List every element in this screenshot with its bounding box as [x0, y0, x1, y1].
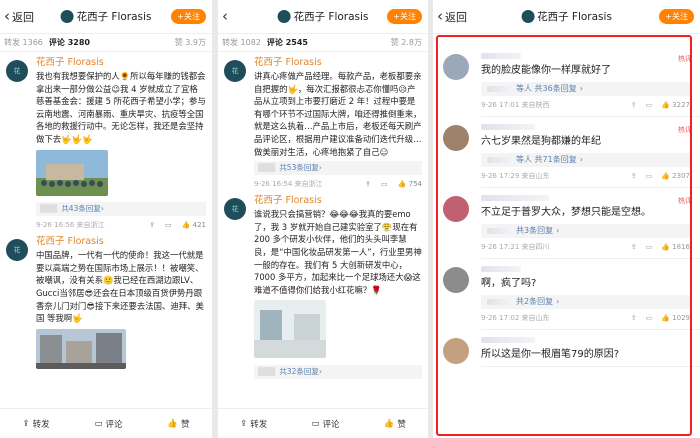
post-text: 谁说我只会搞营销？😂😂😂我真的要emo了，我 3 岁就开始自己建实验室了😤现在有…	[254, 209, 422, 295]
group-photo[interactable]	[36, 149, 108, 196]
avatar[interactable]: 花	[224, 60, 246, 82]
username[interactable]: 花西子 Florasis	[254, 56, 422, 70]
back-button[interactable]: ‹	[222, 9, 228, 24]
bottom-action-bar: ⇪ 转发 ▭ 评论 👍 赞	[0, 408, 212, 438]
brand-logo-icon	[277, 10, 291, 23]
top-nav: ‹ 花西子 Florasis +关注	[218, 0, 428, 34]
bottom-action-bar: ⇪ 转发 ▭ 评论 👍 赞	[218, 408, 428, 438]
brand-title: 花西子 Florasis	[521, 9, 612, 24]
post-meta: 9-26 16:56 来自浙江 ⇪ ▭ 👍 421	[36, 219, 206, 231]
avatar[interactable]: 花	[6, 60, 28, 82]
avatar[interactable]: 花	[6, 239, 28, 262]
brand-title: 花西子 Florasis	[277, 9, 368, 24]
username[interactable]: 花西子 Florasis	[36, 56, 206, 70]
share-icon[interactable]: ⇪	[365, 178, 371, 191]
chevron-left-icon: ‹	[4, 7, 10, 25]
back-button[interactable]: ‹ 返回	[437, 9, 467, 25]
comment-post: 花 花西子 Florasis 谁说我只会搞营销？😂😂😂我真的要emo了，我 3 …	[218, 190, 428, 379]
follow-button[interactable]: +关注	[171, 9, 206, 24]
username[interactable]: 花西子 Florasis	[36, 235, 206, 249]
lab-photo[interactable]	[254, 300, 326, 359]
comment-post: 花 花西子 Florasis 讲真心疼做产品经理。每款产品，老板都要亲自把握的🤟…	[218, 52, 428, 190]
tab-likes[interactable]: 赞 2.8万	[391, 37, 422, 48]
brand-logo-icon	[521, 10, 535, 23]
comment-button[interactable]: ▭ 评论	[311, 418, 339, 430]
like-button[interactable]: 👍 赞	[167, 418, 189, 430]
username[interactable]: 花西子 Florasis	[254, 194, 422, 208]
comment-button[interactable]: ▭ 评论	[94, 418, 122, 430]
post-text: 讲真心疼做产品经理。每款产品，老板都要亲自把握的🤟，每次汇报都很忐忑你懂吗😥产品…	[254, 71, 422, 157]
top-nav: ‹ 返回 花西子 Florasis +关注	[0, 0, 212, 34]
repost-button[interactable]: ⇪ 转发	[22, 418, 49, 430]
comment-icon: ▭	[94, 418, 103, 429]
brand-logo-icon	[60, 10, 74, 23]
share-icon[interactable]: ⇪	[149, 219, 155, 232]
tab-repost[interactable]: 转发 1082	[222, 37, 261, 48]
post-text: 中国品牌，一代有一代的使命！我这一代就是要以高端之势在国际市场上展示！！被嘲笑、…	[36, 250, 204, 324]
tab-bar: 转发 1082 评论 2545 赞 2.8万	[218, 34, 428, 52]
brand-title: 花西子 Florasis	[60, 9, 151, 24]
like-button[interactable]: 👍 赞	[384, 418, 406, 430]
highlight-frame	[436, 35, 692, 436]
replies-link[interactable]: ▒▒▒ 共32条回复 ›	[254, 364, 422, 379]
comment-post: 花 花西子 Florasis 中国品牌，一代有一代的使命！我这一代就是要以高端之…	[0, 231, 212, 372]
tab-comments[interactable]: 评论 2545	[267, 37, 308, 48]
screenshot-panel-1: ‹ 返回 花西子 Florasis +关注 转发 1366 评论 3280 赞 3…	[0, 0, 212, 438]
top-nav: ‹ 返回 花西子 Florasis +关注	[433, 0, 700, 34]
repost-button[interactable]: ⇪ 转发	[240, 418, 267, 430]
like-button[interactable]: 👍 421	[182, 219, 206, 232]
post-meta: 9-26 16:54 来自浙江 ⇪ ▭ 👍 754	[254, 178, 422, 190]
thumbs-up-icon: 👍	[167, 418, 178, 429]
follow-button[interactable]: +关注	[659, 9, 694, 24]
street-photo[interactable]	[36, 328, 126, 369]
like-button[interactable]: 👍 754	[398, 178, 422, 191]
chevron-left-icon: ‹	[437, 7, 443, 25]
chevron-left-icon: ‹	[222, 7, 228, 25]
repost-icon: ⇪	[22, 418, 30, 429]
post-text: 我也有我想要保护的人🌻所以每年赚的钱都会拿出来一部分做公益😉我 4 岁就成立了宜…	[36, 71, 206, 144]
follow-button[interactable]: +关注	[387, 9, 422, 24]
replies-link[interactable]: ▒▒▒ 共43条回复 ›	[36, 202, 206, 217]
avatar[interactable]: 花	[224, 198, 246, 221]
replies-link[interactable]: ▒▒▒ 共53条回复 ›	[254, 161, 422, 176]
thumbs-up-icon: 👍	[383, 418, 395, 429]
tab-likes[interactable]: 赞 3.9万	[175, 37, 206, 48]
screenshot-panel-2: ‹ 花西子 Florasis +关注 转发 1082 评论 2545 赞 2.8…	[218, 0, 428, 438]
reply-icon[interactable]: ▭	[381, 178, 388, 191]
tab-comments[interactable]: 评论 3280	[49, 37, 90, 48]
repost-icon: ⇪	[240, 418, 248, 429]
tab-repost[interactable]: 转发 1366	[4, 37, 43, 48]
reply-icon[interactable]: ▭	[165, 219, 172, 232]
tab-bar: 转发 1366 评论 3280 赞 3.9万	[0, 34, 212, 52]
comment-icon: ▭	[311, 418, 320, 429]
comment-post: 花 花西子 Florasis 我也有我想要保护的人🌻所以每年赚的钱都会拿出来一部…	[0, 52, 212, 231]
back-button[interactable]: ‹ 返回	[4, 9, 34, 25]
